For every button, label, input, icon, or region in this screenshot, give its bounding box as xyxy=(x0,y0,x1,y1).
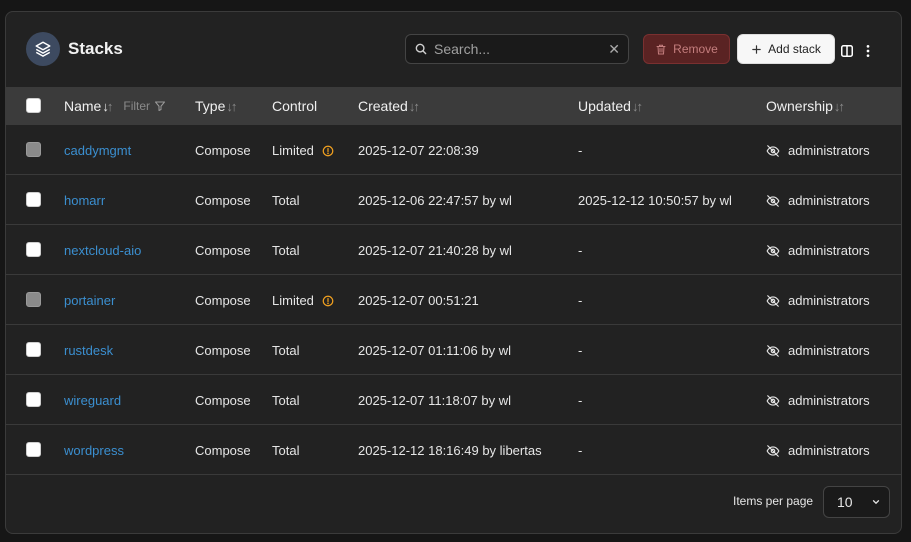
table-row: rustdesk Compose Total 2025-12-07 01:11:06 … xyxy=(6,325,901,375)
row-checkbox[interactable] xyxy=(26,342,41,357)
stack-type: Compose xyxy=(195,293,251,308)
stack-control: Total xyxy=(272,193,300,208)
table-row: wireguard Compose Total 2025-12-07 11:18:07… xyxy=(6,375,901,425)
row-checkbox[interactable] xyxy=(26,192,41,207)
table-row: portainer Compose Limited 2025-12-07 00:51:… xyxy=(6,275,901,325)
stack-created: 2025-12-07 00:51:21 xyxy=(358,293,479,308)
columns-icon[interactable] xyxy=(840,44,854,58)
stack-ownership: administrators xyxy=(766,243,870,258)
row-checkbox[interactable] xyxy=(26,442,41,457)
stack-control: Total xyxy=(272,393,300,408)
stack-ownership: administrators xyxy=(766,293,870,308)
items-per-page-select[interactable]: 10 xyxy=(823,486,890,518)
row-checkbox[interactable] xyxy=(26,392,41,407)
plus-icon xyxy=(752,44,761,54)
stack-created: 2025-12-07 01:11:06 by wl xyxy=(358,343,511,358)
add-stack-button[interactable]: Add stack xyxy=(737,34,835,64)
stack-ownership: administrators xyxy=(766,393,870,408)
warning-icon[interactable] xyxy=(322,295,334,307)
stack-updated: - xyxy=(578,393,583,408)
stack-updated: - xyxy=(578,443,583,458)
panel-header: Stacks ✕ Remove Add stack xyxy=(6,12,901,87)
stack-created: 2025-12-07 21:40:28 by wl xyxy=(358,243,512,258)
select-all-checkbox[interactable] xyxy=(26,98,41,113)
stack-type: Compose xyxy=(195,193,251,208)
row-checkbox[interactable] xyxy=(26,292,41,307)
stack-name-link[interactable]: nextcloud-aio xyxy=(64,243,141,258)
eye-off-icon xyxy=(766,294,780,308)
eye-off-icon xyxy=(766,344,780,358)
column-name[interactable]: Name ↓↑ Filter xyxy=(64,98,166,114)
stack-ownership: administrators xyxy=(766,143,870,158)
sort-icon[interactable]: ↓↑ xyxy=(834,99,845,114)
stack-ownership: administrators xyxy=(766,443,870,458)
stack-ownership: administrators xyxy=(766,343,870,358)
stack-control: Total xyxy=(272,243,300,258)
stack-updated: 2025-12-12 10:50:57 by wl xyxy=(578,193,732,208)
row-checkbox[interactable] xyxy=(26,242,41,257)
table-header: Name ↓↑ Filter Type ↓↑ Control Created ↓… xyxy=(6,87,901,125)
stack-ownership: administrators xyxy=(766,193,870,208)
sort-icon[interactable]: ↓↑ xyxy=(226,99,237,114)
eye-off-icon xyxy=(766,244,780,258)
chevron-down-icon xyxy=(872,500,880,505)
stack-created: 2025-12-12 18:16:49 by libertas xyxy=(358,443,542,458)
stack-control: Total xyxy=(272,443,300,458)
more-options-icon[interactable] xyxy=(865,44,871,58)
stack-updated: - xyxy=(578,243,583,258)
stack-control: Limited xyxy=(272,293,334,308)
search-input[interactable] xyxy=(434,41,609,57)
stack-control: Limited xyxy=(272,143,334,158)
stack-updated: - xyxy=(578,143,583,158)
stack-type: Compose xyxy=(195,143,251,158)
eye-off-icon xyxy=(766,194,780,208)
stack-updated: - xyxy=(578,293,583,308)
column-control: Control xyxy=(272,98,318,114)
stack-created: 2025-12-06 22:47:57 by wl xyxy=(358,193,512,208)
stack-name-link[interactable]: wordpress xyxy=(64,443,124,458)
warning-icon[interactable] xyxy=(322,145,334,157)
remove-button[interactable]: Remove xyxy=(643,34,730,64)
column-created[interactable]: Created ↓↑ xyxy=(358,98,420,114)
sort-icon[interactable]: ↓↑ xyxy=(632,99,643,114)
items-per-page-label: Items per page xyxy=(733,494,814,508)
stack-updated: - xyxy=(578,343,583,358)
column-filter[interactable]: Filter xyxy=(123,99,166,113)
column-updated[interactable]: Updated ↓↑ xyxy=(578,98,643,114)
stack-name-link[interactable]: homarr xyxy=(64,193,105,208)
stacks-panel: Stacks ✕ Remove Add stack xyxy=(5,11,902,534)
table-row: nextcloud-aio Compose Total 2025-12-07 21:4… xyxy=(6,225,901,275)
filter-icon xyxy=(155,101,166,111)
remove-button-label: Remove xyxy=(673,42,718,56)
stack-control: Total xyxy=(272,343,300,358)
add-stack-label: Add stack xyxy=(768,42,821,56)
sort-icon[interactable]: ↓↑ xyxy=(102,99,113,114)
eye-off-icon xyxy=(766,394,780,408)
page-title: Stacks xyxy=(68,39,123,58)
stack-name-link[interactable]: rustdesk xyxy=(64,343,113,358)
eye-off-icon xyxy=(766,144,780,158)
stack-type: Compose xyxy=(195,343,251,358)
stack-name-link[interactable]: caddymgmt xyxy=(64,143,131,158)
stacks-icon xyxy=(26,32,60,66)
stack-type: Compose xyxy=(195,443,251,458)
column-ownership[interactable]: Ownership ↓↑ xyxy=(766,98,845,114)
stack-name-link[interactable]: wireguard xyxy=(64,393,121,408)
table-row: wordpress Compose Total 2025-12-12 18:16:49… xyxy=(6,425,901,475)
search-icon xyxy=(415,43,427,55)
stack-type: Compose xyxy=(195,393,251,408)
table-row: caddymgmt Compose Limited 2025-12-07 22:08:… xyxy=(6,125,901,175)
clear-search-icon[interactable]: ✕ xyxy=(608,41,620,58)
stack-created: 2025-12-07 11:18:07 by wl xyxy=(358,393,511,408)
stack-name-link[interactable]: portainer xyxy=(64,293,115,308)
sort-icon[interactable]: ↓↑ xyxy=(409,99,420,114)
column-type[interactable]: Type ↓↑ xyxy=(195,98,237,114)
stack-type: Compose xyxy=(195,243,251,258)
row-checkbox[interactable] xyxy=(26,142,41,157)
stack-created: 2025-12-07 22:08:39 xyxy=(358,143,479,158)
trash-icon xyxy=(656,44,666,54)
table-row: homarr Compose Total 2025-12-06 22:47:57 by… xyxy=(6,175,901,225)
eye-off-icon xyxy=(766,444,780,458)
search-box[interactable]: ✕ xyxy=(405,34,629,64)
